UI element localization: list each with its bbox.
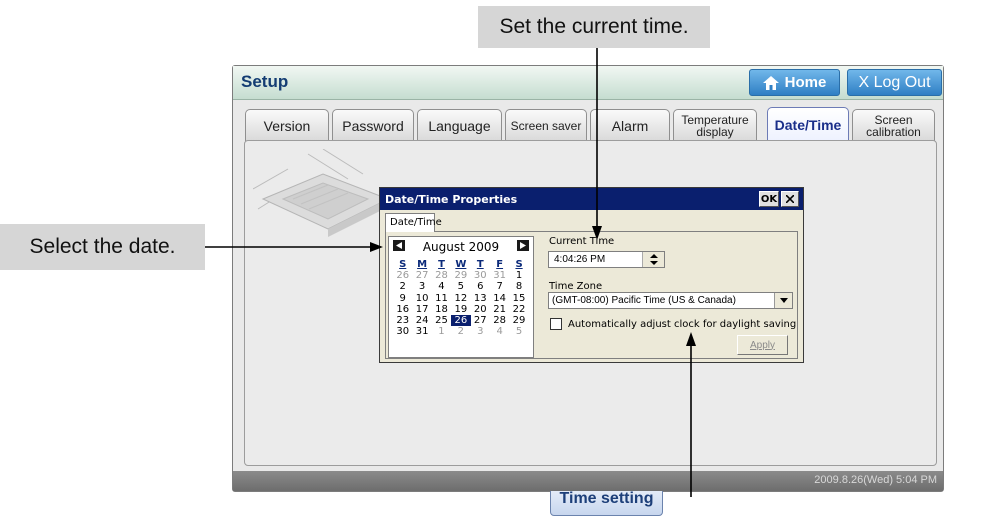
calendar-week-row: 9 10 11 12 13 14 15: [393, 293, 529, 304]
calendar-month: August 2009: [422, 240, 500, 254]
arrow-right-icon: [520, 242, 526, 249]
logout-button-label: X Log Out: [858, 73, 931, 91]
dialog-ok-button[interactable]: OK: [759, 191, 779, 207]
status-bar: 2009.8.26(Wed) 5:04 PM: [233, 471, 943, 491]
calendar-day[interactable]: 23: [393, 315, 412, 326]
logout-button[interactable]: X Log Out: [847, 69, 942, 96]
tab-temperature-display[interactable]: Temperature display: [673, 109, 757, 141]
calendar-day[interactable]: 30: [471, 270, 490, 281]
dialog-tab-date-time[interactable]: Date/Time: [385, 213, 442, 232]
calendar-day[interactable]: 31: [412, 326, 431, 337]
calendar-weekday: S: [515, 259, 523, 270]
arrow-left-icon: [396, 242, 402, 249]
calendar-day[interactable]: 29: [509, 315, 528, 326]
callout-set-time: Set the current time.: [478, 6, 710, 48]
calendar-day[interactable]: 28: [432, 270, 451, 281]
calendar-day[interactable]: 1: [509, 270, 528, 281]
home-icon: [762, 75, 779, 90]
calendar-day[interactable]: 18: [432, 304, 451, 315]
calendar-day[interactable]: 6: [471, 281, 490, 292]
calendar-weekday: F: [496, 259, 504, 270]
spin-down-icon: [650, 261, 658, 265]
calendar-weekday: T: [438, 259, 445, 270]
apply-button[interactable]: Apply: [737, 335, 788, 355]
tab-version[interactable]: Version: [245, 109, 329, 141]
calendar-day[interactable]: 9: [393, 293, 412, 304]
tab-language[interactable]: Language: [417, 109, 502, 141]
time-zone-label: Time Zone: [549, 281, 603, 292]
calendar-day[interactable]: 5: [451, 281, 470, 292]
dst-checkbox[interactable]: [550, 318, 562, 330]
calendar-day[interactable]: 13: [471, 293, 490, 304]
calendar[interactable]: August 2009 S M T W T F S 26 27 28 29 30 31 1 2 3 4 5 6 7 8 9…: [388, 236, 534, 358]
calendar-day[interactable]: 7: [490, 281, 509, 292]
calendar-weekday: W: [455, 259, 467, 270]
status-datetime: 2009.8.26(Wed) 5:04 PM: [814, 474, 937, 486]
next-month-button[interactable]: [516, 239, 530, 252]
dialog-title: Date/Time Properties: [380, 188, 803, 210]
calendar-day[interactable]: 14: [490, 293, 509, 304]
calendar-day[interactable]: 19: [451, 304, 470, 315]
calendar-weekday: S: [399, 259, 407, 270]
home-button-label: Home: [784, 74, 827, 91]
close-icon: [786, 195, 794, 203]
title-bar: Setup Home X Log Out: [233, 66, 943, 100]
tab-alarm[interactable]: Alarm: [590, 109, 670, 141]
time-zone-dropdown-button[interactable]: [774, 293, 792, 308]
calendar-grid: S M T W T F S 26 27 28 29 30 31 1 2 3 4 5 6 7 8 9 10 11 12 13 14 15…: [393, 259, 529, 337]
tab-screen-calibration[interactable]: Screen calibration: [852, 109, 935, 141]
calendar-day[interactable]: 11: [432, 293, 451, 304]
calendar-day[interactable]: 27: [471, 315, 490, 326]
dst-checkbox-label: Automatically adjust clock for daylight …: [568, 319, 797, 330]
calendar-week-row: 2345678: [393, 281, 529, 292]
time-zone-select[interactable]: (GMT-08:00) Pacific Time (US & Canada): [548, 292, 793, 309]
calendar-day[interactable]: 3: [471, 326, 490, 337]
calendar-day[interactable]: 1: [432, 326, 451, 337]
calendar-day[interactable]: 10: [412, 293, 431, 304]
calendar-day[interactable]: 26: [451, 314, 471, 327]
calendar-day[interactable]: 5: [509, 326, 528, 337]
calendar-week-row: 26 27 28 29 30 31 1: [393, 270, 529, 281]
calendar-week-row: 23 24 25 26 27 28 29: [393, 314, 529, 327]
calendar-day[interactable]: 20: [471, 304, 490, 315]
calendar-day[interactable]: 4: [490, 326, 509, 337]
calendar-day[interactable]: 28: [490, 315, 509, 326]
previous-month-button[interactable]: [392, 239, 406, 252]
calendar-week-row: 30 31 1 2 3 4 5: [393, 326, 529, 337]
calendar-day[interactable]: 21: [490, 304, 509, 315]
calendar-day[interactable]: 24: [412, 315, 431, 326]
current-time-label: Current Time: [549, 236, 615, 247]
spin-up-icon: [650, 254, 658, 258]
calendar-day[interactable]: 12: [451, 293, 470, 304]
callout-select-date: Select the date.: [0, 224, 205, 270]
calendar-day[interactable]: 15: [509, 293, 528, 304]
calendar-day[interactable]: 2: [451, 326, 470, 337]
page-title: Setup: [241, 72, 289, 91]
tab-password[interactable]: Password: [332, 109, 414, 141]
calendar-day[interactable]: 3: [412, 281, 431, 292]
calendar-weekday: M: [417, 259, 428, 270]
calendar-day[interactable]: 16: [393, 304, 412, 315]
calendar-day[interactable]: 30: [393, 326, 412, 337]
home-button[interactable]: Home: [749, 69, 840, 96]
calendar-weekday: T: [476, 259, 484, 270]
calendar-weekday-row: SMTWTFS: [393, 259, 529, 270]
tab-screen-saver[interactable]: Screen saver: [505, 109, 587, 141]
calendar-day[interactable]: 4: [432, 281, 451, 292]
calendar-day[interactable]: 2: [393, 281, 412, 292]
calendar-day[interactable]: 29: [451, 270, 470, 281]
calendar-day[interactable]: 27: [412, 270, 431, 281]
calendar-day[interactable]: 22: [509, 304, 528, 315]
dialog-close-button[interactable]: [781, 191, 799, 207]
calendar-week-row: 16 17 18 19 20 21 22: [393, 304, 529, 315]
calendar-day[interactable]: 26: [393, 270, 412, 281]
calendar-day[interactable]: 17: [412, 304, 431, 315]
chevron-down-icon: [779, 298, 788, 303]
calendar-day[interactable]: 25: [432, 315, 451, 326]
tab-date-time[interactable]: Date/Time: [767, 107, 849, 141]
calendar-day[interactable]: 31: [490, 270, 509, 281]
time-spinner[interactable]: [642, 252, 664, 267]
calendar-day[interactable]: 8: [509, 281, 528, 292]
